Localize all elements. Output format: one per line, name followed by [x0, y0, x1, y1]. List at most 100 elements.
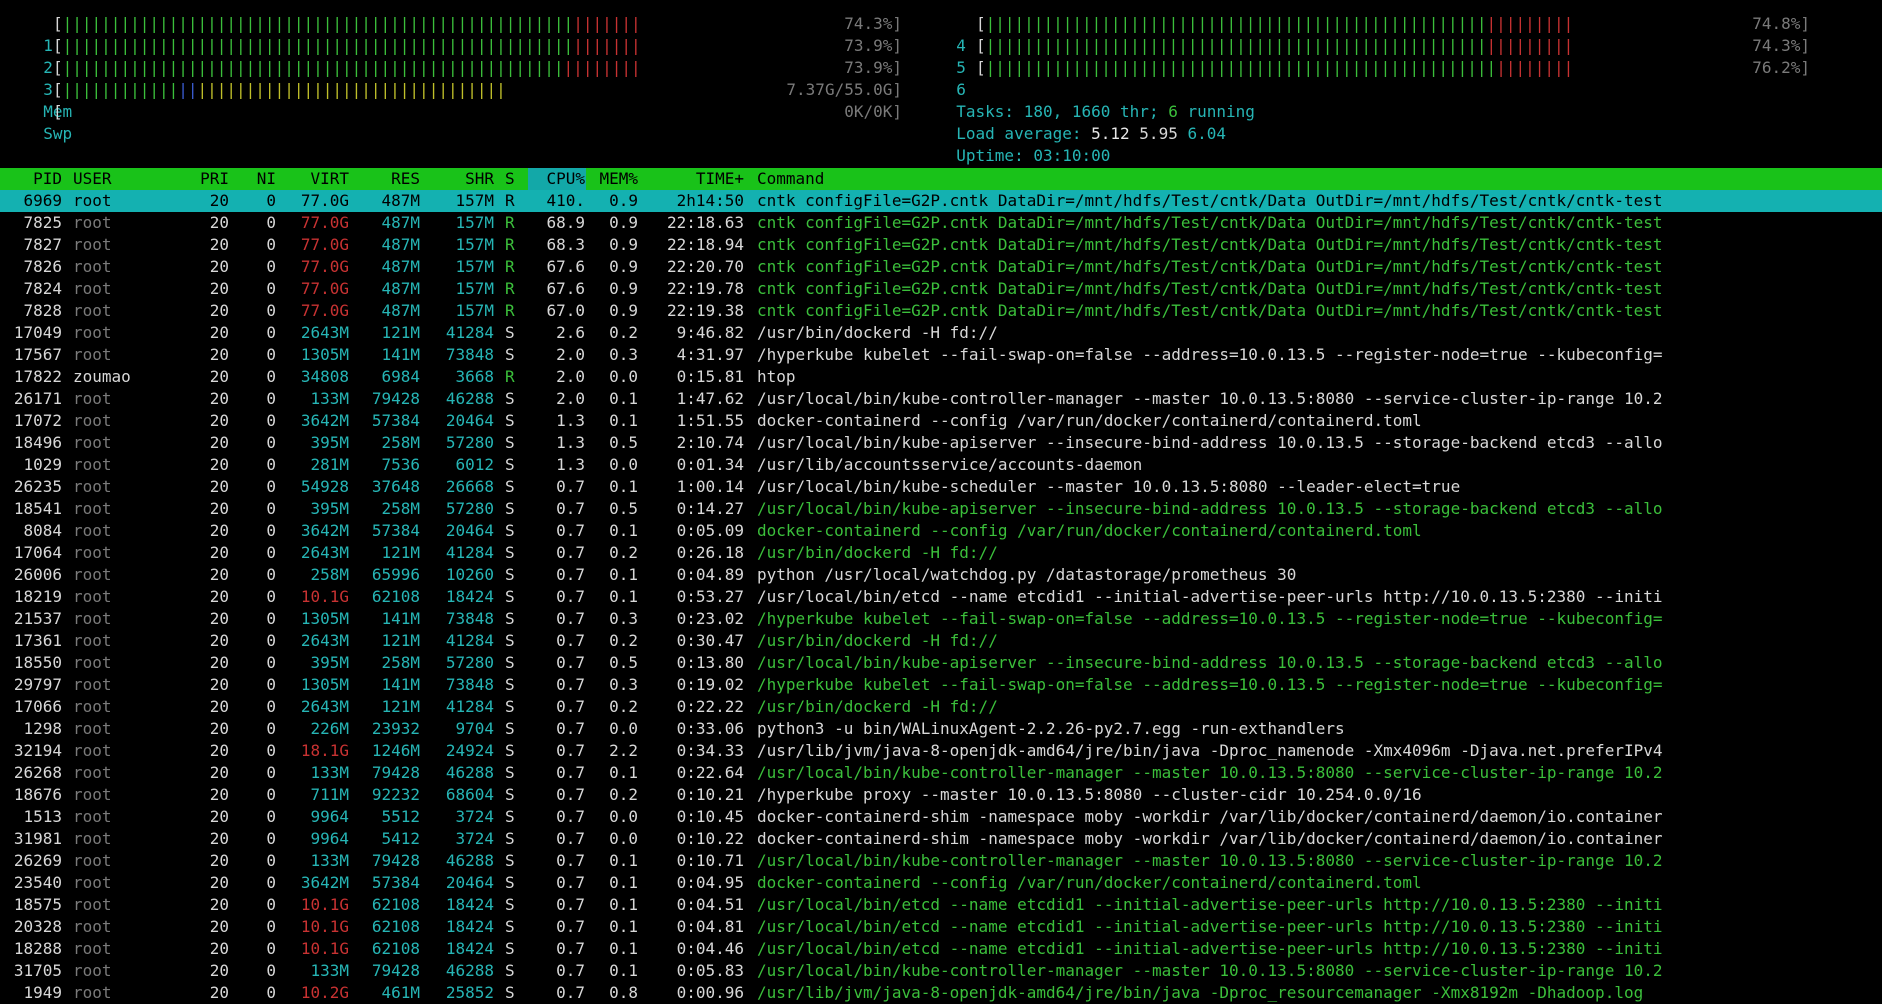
process-row[interactable]: 7825 root 20 0 77.0G 487M 157M R 68.9 0.9 22:18.63… — [0, 212, 1882, 234]
process-state: S — [505, 741, 515, 760]
process-row[interactable]: 21537 root 20 0 1305M 141M 73848 S 0.7 0.3 0:23.02… — [0, 608, 1882, 630]
column-virt[interactable]: VIRT — [289, 168, 349, 190]
process-time: 0:30.47 — [676, 631, 744, 650]
process-row[interactable]: 31981 root 20 0 9964 5412 3724 S 0.7 0.0 0:10.22 do… — [0, 828, 1882, 850]
process-state: S — [505, 873, 515, 892]
process-row[interactable]: 18550 root 20 0 395M 258M 57280 S 0.7 0.5 0:13.80 /… — [0, 652, 1882, 674]
process-command: docker-containerd-shim -namespace moby -… — [757, 829, 1663, 848]
process-nice: 0 — [266, 785, 276, 804]
column-command[interactable]: Command — [757, 168, 824, 190]
process-row[interactable]: 1029 root 20 0 281M 7536 6012 S 1.3 0.0 0:01.34/us… — [0, 454, 1882, 476]
process-shr: 157M — [455, 191, 494, 210]
column-pri[interactable]: PRI — [190, 168, 229, 190]
process-list[interactable]: 6969 root 20 0 77.0G 487M 157M R 410. 0.9 2h14:50 c… — [0, 190, 1882, 1004]
process-virt: 9964 — [310, 829, 349, 848]
process-command: python3 -u bin/WALinuxAgent-2.2.26-py2.7… — [757, 719, 1345, 738]
process-row[interactable]: 31705 root 20 0 133M 79428 46288 S 0.7 0.1 0:05.83… — [0, 960, 1882, 982]
column-time[interactable]: TIME+ — [654, 168, 744, 190]
process-row[interactable]: 20328 root 20 0 10.1G 62108 18424 S 0.7 0.1 0:04.8… — [0, 916, 1882, 938]
process-command: cntk configFile=G2P.cntk DataDir=/mnt/hd… — [757, 279, 1663, 298]
column-user[interactable]: USER — [73, 168, 112, 190]
process-user: root — [73, 433, 112, 452]
column-mem[interactable]: MEM% — [586, 168, 638, 190]
process-row[interactable]: 29797 root 20 0 1305M 141M 73848 S 0.7 0.3 0:19.02… — [0, 674, 1882, 696]
uptime: Uptime: 03:10:00 — [937, 123, 1110, 165]
column-cpu[interactable]: CPU% — [529, 168, 585, 190]
process-row[interactable]: 8084 root 20 0 3642M 57384 20464 S 0.7 0.1 0:05.09… — [0, 520, 1882, 542]
process-virt: 258M — [310, 565, 349, 584]
process-virt: 133M — [310, 851, 349, 870]
process-shr: 26668 — [445, 477, 494, 496]
process-user: root — [73, 763, 112, 782]
process-nice: 0 — [266, 675, 276, 694]
process-command: /hyperkube kubelet --fail-swap-on=false … — [757, 345, 1663, 364]
process-pid: 7826 — [23, 257, 62, 276]
cpu-meter-value: 73.9%] — [844, 36, 902, 55]
process-shr: 157M — [455, 235, 494, 254]
process-nice: 0 — [266, 565, 276, 584]
process-cpu: 0.7 — [556, 807, 585, 826]
process-row[interactable]: 17361 root 20 0 2643M 121M 41284 S 0.7 0.2 0:30.47… — [0, 630, 1882, 652]
process-row[interactable]: 26006 root 20 0 258M 65996 10260 S 0.7 0.1 0:04.89… — [0, 564, 1882, 586]
process-row[interactable]: 18219 root 20 0 10.1G 62108 18424 S 0.7 0.1 0:53.2… — [0, 586, 1882, 608]
process-row[interactable]: 17822 zoumao 20 0 34808 6984 3668 R 2.0 0.0 0:15.8… — [0, 366, 1882, 388]
process-row[interactable]: 7827 root 20 0 77.0G 487M 157M R 68.3 0.9 22:18.94… — [0, 234, 1882, 256]
process-command: /usr/bin/dockerd -H fd:// — [757, 631, 998, 650]
process-shr: 41284 — [445, 543, 494, 562]
process-row[interactable]: 1298 root 20 0 226M 23932 9704 S 0.7 0.0 0:33.06 py… — [0, 718, 1882, 740]
process-row[interactable]: 26269 root 20 0 133M 79428 46288 S 0.7 0.1 0:10.71… — [0, 850, 1882, 872]
cpu-meter-value: 74.3%] — [844, 14, 902, 33]
process-time: 4:31.97 — [676, 345, 744, 364]
process-priority: 20 — [209, 235, 229, 254]
process-row[interactable]: 17049 root 20 0 2643M 121M 41284 S 2.6 0.2 9:46.82… — [0, 322, 1882, 344]
process-table-header: PID USER PRI NI VIRT RES SHR S CPU% MEM%… — [0, 168, 1882, 190]
mem-meter: Mem [|||||||||||||||||||||||||||||||||||… — [24, 79, 902, 121]
process-row[interactable]: 17567 root 20 0 1305M 141M 73848 S 2.0 0.3 4:31.97… — [0, 344, 1882, 366]
process-pid: 6969 — [23, 191, 62, 210]
process-mem: 0.0 — [609, 807, 638, 826]
process-command: docker-containerd --config /var/run/dock… — [757, 411, 1422, 430]
process-shr: 68604 — [445, 785, 494, 804]
process-command: /usr/local/bin/kube-apiserver --insecure… — [757, 653, 1663, 672]
process-row[interactable]: 26171 root 20 0 133M 79428 46288 S 2.0 0.1 1:47.62… — [0, 388, 1882, 410]
process-mem: 0.0 — [609, 367, 638, 386]
process-row[interactable]: 26268 root 20 0 133M 79428 46288 S 0.7 0.1 0:22.64… — [0, 762, 1882, 784]
swap-meter-value: 0K/0K] — [844, 102, 902, 121]
process-row[interactable]: 23540 root 20 0 3642M 57384 20464 S 0.7 0.1 0:04.9… — [0, 872, 1882, 894]
process-row[interactable]: 18575 root 20 0 10.1G 62108 18424 S 0.7 0.1 0:04.5… — [0, 894, 1882, 916]
column-pid[interactable]: PID — [14, 168, 62, 190]
process-cpu: 0.7 — [556, 631, 585, 650]
process-row[interactable]: 18676 root 20 0 711M 92232 68604 S 0.7 0.2 0:10.21… — [0, 784, 1882, 806]
process-row[interactable]: 17072 root 20 0 3642M 57384 20464 S 1.3 0.1 1:51.5… — [0, 410, 1882, 432]
process-row[interactable]: 7828 root 20 0 77.0G 487M 157M R 67.0 0.9 22:19.38… — [0, 300, 1882, 322]
column-ni[interactable]: NI — [244, 168, 276, 190]
process-row[interactable]: 7826 root 20 0 77.0G 487M 157M R 67.6 0.9 22:20.70… — [0, 256, 1882, 278]
process-row[interactable]: 18541 root 20 0 395M 258M 57280 S 0.7 0.5 0:14.27 /… — [0, 498, 1882, 520]
process-shr: 157M — [455, 257, 494, 276]
process-state: S — [505, 697, 515, 716]
process-row[interactable]: 26235 root 20 0 54928 37648 26668 S 0.7 0.1 1:00.1… — [0, 476, 1882, 498]
process-row[interactable]: 1513 root 20 0 9964 5512 3724 S 0.7 0.0 0:10.45 doc… — [0, 806, 1882, 828]
process-row[interactable]: 17064 root 20 0 2643M 121M 41284 S 0.7 0.2 0:26.18… — [0, 542, 1882, 564]
column-res[interactable]: RES — [360, 168, 420, 190]
process-state: S — [505, 675, 515, 694]
cpu-meter-bar: [|||||||||||||||||||||||||||||||||||||||… — [976, 14, 1574, 33]
process-shr: 73848 — [445, 345, 494, 364]
process-row[interactable]: 7824 root 20 0 77.0G 487M 157M R 67.6 0.9 22:19.78… — [0, 278, 1882, 300]
process-time: 22:19.78 — [666, 279, 744, 298]
process-row[interactable]: 6969 root 20 0 77.0G 487M 157M R 410. 0.9 2h14:50 c… — [0, 190, 1882, 212]
process-mem: 0.9 — [609, 213, 638, 232]
column-state[interactable]: S — [505, 168, 515, 190]
process-row[interactable]: 32194 root 20 0 18.1G 1246M 24924 S 0.7 2.2 0:34.3… — [0, 740, 1882, 762]
process-row[interactable]: 18496 root 20 0 395M 258M 57280 S 1.3 0.5 2:10.74 /… — [0, 432, 1882, 454]
process-time: 22:18.63 — [666, 213, 744, 232]
process-pid: 18541 — [13, 499, 62, 518]
process-priority: 20 — [209, 477, 229, 496]
process-cpu: 67.0 — [546, 301, 585, 320]
process-row[interactable]: 17066 root 20 0 2643M 121M 41284 S 0.7 0.2 0:22.22… — [0, 696, 1882, 718]
process-user: root — [73, 257, 112, 276]
process-priority: 20 — [209, 433, 229, 452]
process-user: root — [73, 807, 112, 826]
process-row[interactable]: 18288 root 20 0 10.1G 62108 18424 S 0.7 0.1 0:04.4… — [0, 938, 1882, 960]
column-shr[interactable]: SHR — [434, 168, 494, 190]
